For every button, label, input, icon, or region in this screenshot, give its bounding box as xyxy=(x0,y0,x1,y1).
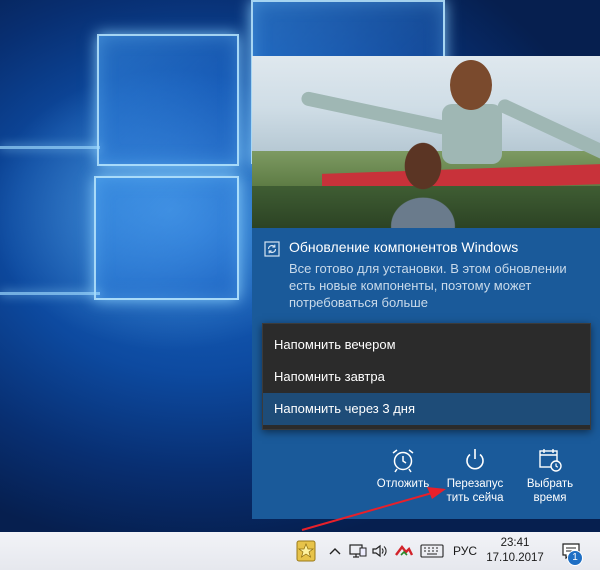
menu-item-remind-evening[interactable]: Напомнить вечером xyxy=(263,329,590,361)
menu-item-remind-3-days[interactable]: Напомнить через 3 дня xyxy=(263,393,590,425)
snooze-label: Отложить xyxy=(376,478,430,490)
calendar-clock-icon xyxy=(539,449,562,472)
notification-count-badge: 1 xyxy=(567,550,583,566)
language-indicator[interactable]: РУС xyxy=(449,532,481,570)
restart-now-label: Перезапус тить сейча xyxy=(446,478,504,504)
wallpaper-window-pane xyxy=(94,176,239,300)
wallpaper-window-pane xyxy=(97,34,239,166)
restart-now-button[interactable]: Перезапус тить сейча xyxy=(443,447,507,505)
network-icon xyxy=(349,544,367,558)
taskbar: РУС 23:41 17.10.2017 xyxy=(0,532,600,570)
pick-time-label: Выбрать время xyxy=(526,478,574,504)
hero-image xyxy=(252,56,600,228)
volume-icon xyxy=(372,544,387,558)
pick-time-button[interactable]: Выбрать время xyxy=(518,447,582,505)
taskbar-app-button[interactable] xyxy=(291,532,321,570)
wallpaper-light-beam xyxy=(0,146,100,149)
wallpaper-light-beam xyxy=(0,292,100,295)
update-icon xyxy=(264,241,280,257)
network-button[interactable] xyxy=(348,532,368,570)
clock[interactable]: 23:41 17.10.2017 xyxy=(484,532,546,570)
app-star-icon xyxy=(296,540,316,562)
keyboard-icon xyxy=(420,544,444,558)
clock-time: 23:41 xyxy=(500,537,530,549)
red-tray-icon xyxy=(395,545,414,556)
menu-item-remind-tomorrow[interactable]: Напомнить завтра xyxy=(263,361,590,393)
alarm-clock-icon xyxy=(392,449,414,473)
power-icon xyxy=(466,449,484,470)
snooze-button[interactable]: Отложить xyxy=(371,447,435,491)
volume-button[interactable] xyxy=(370,532,390,570)
show-hidden-icons-button[interactable] xyxy=(326,532,344,570)
clock-date: 17.10.2017 xyxy=(486,552,544,564)
touch-keyboard-button[interactable] xyxy=(418,532,446,570)
tray-app-button[interactable] xyxy=(393,532,415,570)
chevron-up-icon xyxy=(329,548,341,555)
notification-title: Обновление компонентов Windows xyxy=(289,239,519,255)
notification-body: Все готово для установки. В этом обновле… xyxy=(289,261,567,310)
snooze-dropdown-menu[interactable]: Напомнить вечером Напомнить завтра Напом… xyxy=(262,323,591,430)
